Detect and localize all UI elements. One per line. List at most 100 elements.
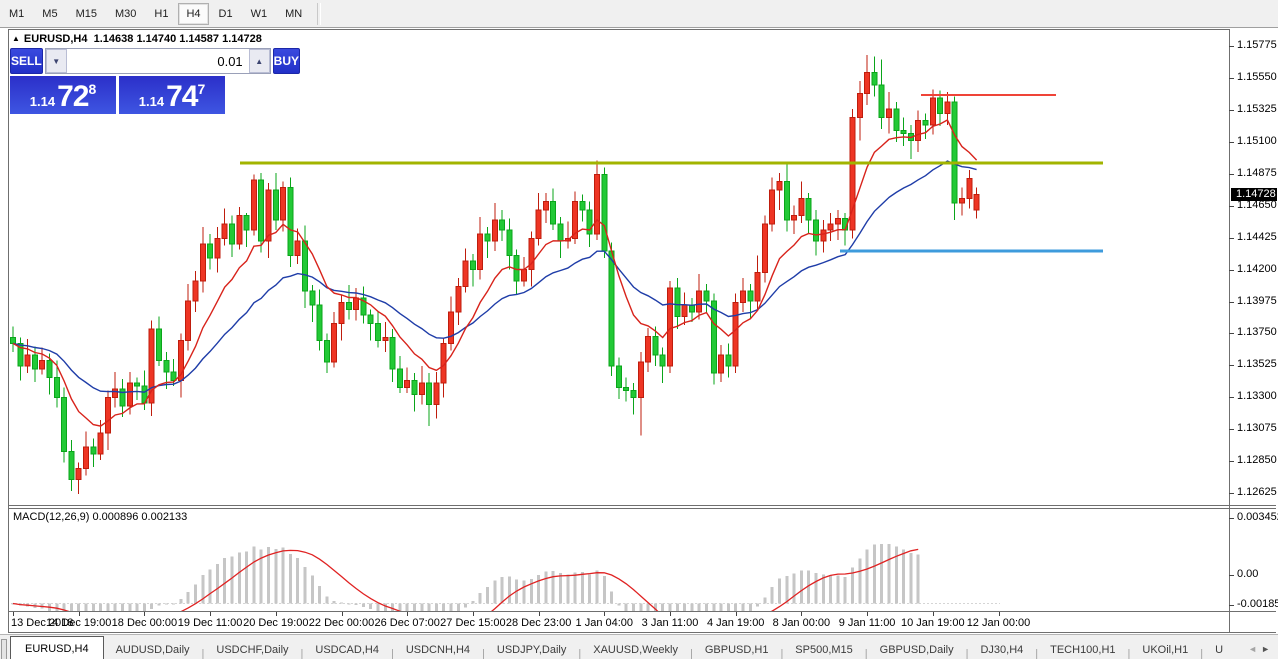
candle-body [449, 312, 454, 343]
tab-dj30-h4[interactable]: DJ30,H4 [968, 639, 1035, 659]
timeframe-button-d1[interactable]: D1 [211, 3, 241, 25]
time-axis-label: 8 Jan 00:00 [773, 617, 831, 629]
macd-bar [508, 577, 511, 604]
candle-body [186, 301, 191, 341]
candle-body [894, 109, 899, 130]
timeframe-button-m15[interactable]: M15 [68, 3, 105, 25]
macd-bar [771, 587, 774, 603]
macd-bar [537, 575, 540, 604]
time-axis-tick [210, 612, 211, 616]
candle-body [91, 447, 96, 454]
macd-bar [450, 604, 453, 612]
time-axis-tick [999, 612, 1000, 616]
candle-body [135, 383, 140, 386]
tab-xauusd-weekly[interactable]: XAUUSD,Weekly [581, 639, 690, 659]
price-axis-tick [1229, 206, 1234, 207]
tab-gbpusd-daily[interactable]: GBPUSD,Daily [868, 639, 966, 659]
macd-bar [559, 573, 562, 603]
candle-body [54, 377, 59, 397]
timeframe-button-w1[interactable]: W1 [243, 3, 276, 25]
time-axis-tick [867, 612, 868, 616]
macd-bar [763, 597, 766, 603]
macd-bar [384, 604, 387, 612]
price-axis-tick [1229, 142, 1234, 143]
time-axis-tick [736, 612, 737, 616]
time-axis-label: 1 Jan 04:00 [576, 617, 634, 629]
macd-splitter-top[interactable] [8, 505, 1276, 506]
price-axis-tick [1229, 493, 1234, 494]
candle-body [500, 220, 505, 230]
candle-body [974, 195, 979, 210]
time-axis-tick [342, 612, 343, 616]
tab-bar-grip[interactable] [1, 639, 7, 659]
price-axis-label: 1.13075 [1237, 422, 1277, 434]
macd-bar [296, 558, 299, 603]
macd-bar [705, 604, 708, 612]
tab-usdcad-h4[interactable]: USDCAD,H4 [303, 639, 391, 659]
macd-bar [683, 604, 686, 612]
macd-bar [661, 604, 664, 612]
time-axis-label: 19 Dec 11:00 [178, 617, 243, 629]
candle-body [733, 302, 738, 366]
candle-body [47, 360, 52, 377]
candle-body [784, 182, 789, 220]
tab-scroll-right-icon[interactable]: ► [1261, 644, 1274, 654]
candle-body [266, 190, 271, 241]
macd-bar [464, 604, 467, 608]
candle-body [354, 298, 359, 309]
time-axis-label: 9 Jan 11:00 [839, 617, 896, 629]
tab-tech100-h1[interactable]: TECH100,H1 [1038, 639, 1127, 659]
candle-body [551, 201, 556, 224]
candle-body [463, 261, 468, 287]
price-axis-tick [1229, 365, 1234, 366]
macd-bar [844, 577, 847, 603]
candle-body [704, 291, 709, 301]
candle-body [558, 224, 563, 241]
price-chart-canvas[interactable] [9, 30, 1229, 505]
timeframe-button-h1[interactable]: H1 [146, 3, 176, 25]
macd-indicator-label: MACD(12,26,9) 0.000896 0.002133 [13, 511, 187, 523]
tab-ukoil-h1[interactable]: UKOil,H1 [1130, 639, 1200, 659]
tab-sp500-m15[interactable]: SP500,M15 [783, 639, 864, 659]
candle-body [251, 180, 256, 230]
macd-signal-line [13, 549, 918, 611]
tab-u[interactable]: U [1203, 639, 1235, 659]
price-axis-label: 1.15775 [1237, 39, 1277, 51]
candle-body [84, 447, 89, 468]
macd-bar [617, 604, 620, 606]
macd-bar [99, 604, 102, 612]
candle-body [62, 397, 67, 451]
tab-eurusd-h4[interactable]: EURUSD,H4 [10, 636, 104, 659]
macd-bar [136, 604, 139, 612]
candle-body [76, 468, 81, 479]
candle-body [368, 315, 373, 324]
timeframe-button-h4[interactable]: H4 [178, 3, 208, 25]
tab-audusd-daily[interactable]: AUDUSD,Daily [104, 639, 202, 659]
candle-body [164, 360, 169, 371]
macd-indicator-canvas[interactable] [9, 510, 1229, 611]
tab-usdcnh-h4[interactable]: USDCNH,H4 [394, 639, 482, 659]
macd-splitter-bottom[interactable] [8, 508, 1276, 509]
price-axis-label: 1.15550 [1237, 71, 1277, 83]
candle-body [332, 324, 337, 362]
macd-bar [690, 604, 693, 612]
tab-usdjpy-daily[interactable]: USDJPY,Daily [485, 639, 579, 659]
macd-bar [720, 604, 723, 612]
timeframe-button-m30[interactable]: M30 [107, 3, 144, 25]
tab-scroll-left-icon[interactable]: ◄ [1248, 644, 1261, 654]
price-axis-label: 1.14875 [1237, 167, 1277, 179]
macd-bar [391, 604, 394, 612]
time-axis-tick [801, 612, 802, 616]
tab-gbpusd-h1[interactable]: GBPUSD,H1 [693, 639, 781, 659]
timeframe-button-m5[interactable]: M5 [34, 3, 65, 25]
candle-body [682, 305, 687, 316]
timeframe-button-mn[interactable]: MN [277, 3, 310, 25]
candle-body [821, 230, 826, 241]
time-axis[interactable]: 13 Dec 201814 Dec 19:0018 Dec 00:0019 De… [9, 612, 1276, 632]
timeframe-toolbar: M1M5M15M30H1H4D1W1MN [0, 0, 1278, 28]
timeframe-button-m1[interactable]: M1 [1, 3, 32, 25]
tab-usdchf-daily[interactable]: USDCHF,Daily [204, 639, 300, 659]
candle-body [222, 224, 227, 238]
macd-bar [85, 604, 88, 612]
candle-body [748, 291, 753, 301]
